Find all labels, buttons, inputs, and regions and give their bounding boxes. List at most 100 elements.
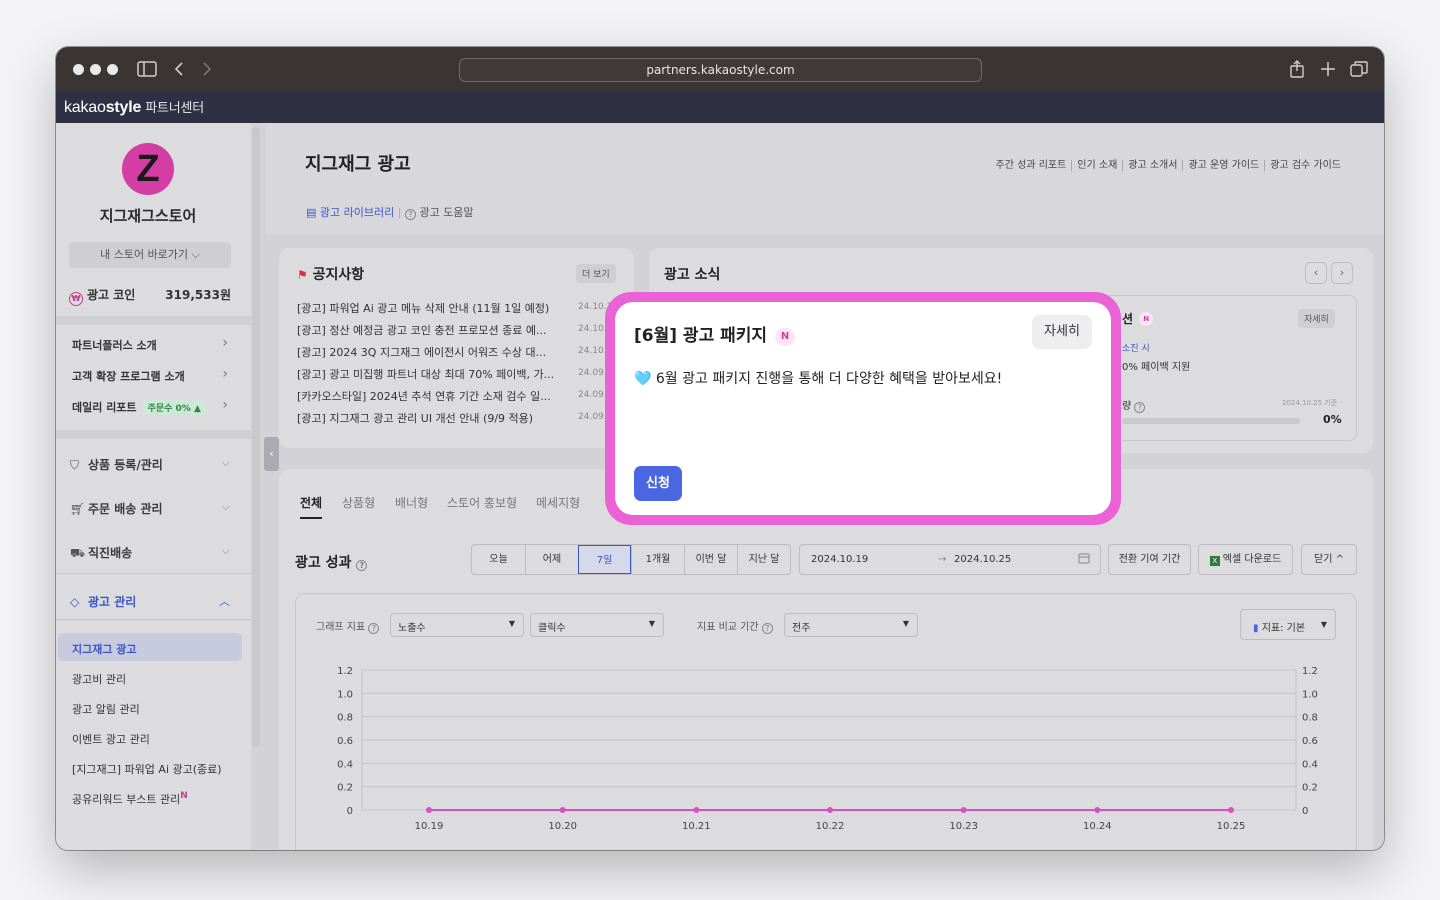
sidebar-link-customer-expansion[interactable]: 고객 확장 프로그램 소개 › [72,366,228,384]
line-chart: 1.2 1.2 1.0 1.0 0.8 0.8 0.6 0.6 0.4 0.4 0.2 0.2 0 0 10… [337,666,1318,832]
date-range-picker[interactable]: 2024.10.19 → 2024.10.25 [799,544,1101,575]
tab-banner[interactable]: 배너형 [395,494,428,511]
news-item-line2: 0% 페이백 지원 [1122,362,1191,373]
store-shortcut-button[interactable]: 내 스토어 바로가기 ⌵ [69,242,231,268]
submenu-ad-budget[interactable]: 광고비 관리 [72,671,126,687]
news-prev-button[interactable]: ‹ [1305,262,1327,284]
new-tab-icon[interactable] [1320,61,1336,80]
period-yesterday[interactable]: 어제 [525,545,578,574]
minimize-window-button[interactable] [90,64,101,75]
sidebar-link-label: 고객 확장 프로그램 소개 [72,370,185,383]
x-tick-label: 10.22 [816,821,845,832]
y-tick-label-left: 0.2 [337,783,353,794]
help-circle-icon[interactable]: ? [356,560,368,571]
link-ad-review-guide[interactable]: 광고 검수 가이드 [1264,160,1346,171]
zoom-window-button[interactable] [107,64,118,75]
popup-detail-button[interactable]: 자세히 [1032,315,1092,349]
sidebar-menu-orders[interactable]: 🛒︎ 주문 배송 관리 ⌵ [70,500,230,517]
apply-button[interactable]: 신청 [634,466,682,501]
chevron-up-icon: ︿ [219,595,230,608]
link-popular-creatives[interactable]: 인기 소재 [1071,160,1123,171]
period-last-month[interactable]: 지난 달 [737,545,790,574]
tab-overview-icon[interactable] [1350,61,1368,80]
excel-download-button[interactable]: X 엑셀 다운로드 [1198,544,1293,575]
sidebar-divider [56,430,251,439]
submenu-powerup-ai[interactable]: [지그재그] 파워업 Ai 광고(종료) [72,761,222,777]
data-point [1094,807,1101,813]
y-tick-label-right: 0 [1302,806,1308,817]
calendar-icon [1078,552,1090,567]
sidebar-scrollbar[interactable] [252,127,260,747]
period-1month[interactable]: 1개월 [631,545,684,574]
address-bar[interactable]: partners.kakaostyle.com [459,58,982,82]
period-today[interactable]: 오늘 [472,545,525,574]
sidebar-divider [56,316,251,325]
period-this-month[interactable]: 이번 달 [684,545,737,574]
notice-item[interactable]: [광고] 파워업 Ai 광고 메뉴 삭제 안내 (11월 1일 예정) [297,300,549,316]
sidebar-menu-label: 광고 관리 [88,595,137,609]
y-tick-label-left: 1.0 [337,689,353,700]
sidebar-link-daily-report[interactable]: 데일리 리포트 주문수 0% ▲ › [72,397,228,415]
tab-all[interactable]: 전체 [300,494,322,511]
performance-title: 광고 성과 ? [295,552,368,572]
link-separator: | [397,206,405,219]
link-ad-library[interactable]: 광고 라이브러리 [320,206,394,219]
submenu-shared-reward-boost[interactable]: 공유리워드 부스트 관리N [72,791,188,807]
x-tick-label: 10.21 [682,821,711,832]
conversion-period-button[interactable]: 전환 기여 기간 [1108,544,1191,575]
link-ad-operation-guide[interactable]: 광고 운영 가이드 [1182,160,1265,171]
x-tick-label: 10.19 [415,821,444,832]
data-point [827,807,833,813]
notice-card: ⚑ 공지사항 더 보기 [광고] 파워업 Ai 광고 메뉴 삭제 안내 (11월… [279,248,634,448]
tab-product[interactable]: 상품형 [342,494,375,511]
data-point [960,807,967,813]
news-next-button[interactable]: › [1331,262,1353,284]
submenu-ad-alerts[interactable]: 광고 알림 관리 [72,701,140,717]
back-icon[interactable] [174,61,184,80]
truck-icon: ⛟ [70,546,86,560]
forward-icon[interactable] [202,61,212,80]
submenu-event-ads[interactable]: 이벤트 광고 관리 [72,731,150,747]
news-progress-track [1122,418,1300,424]
notice-item[interactable]: [광고] 광고 미집행 파트너 대상 최대 70% 페이백, 가... [297,366,554,382]
x-tick-label: 10.20 [548,821,577,832]
y-tick-label-right: 1.0 [1302,689,1318,700]
notice-more-button[interactable]: 더 보기 [576,264,616,283]
period-7days[interactable]: 7일 [578,545,631,574]
notice-item[interactable]: [광고] 2024 3Q 지그재그 에이전시 어워즈 수상 대... [297,344,546,360]
notice-title-text: 공지사항 [312,267,365,283]
link-ad-brochure[interactable]: 광고 소개서 [1122,160,1183,171]
sidebar-menu-ad-management[interactable]: ◇ 광고 관리 ︿ [70,593,230,610]
link-weekly-report[interactable]: 주간 성과 리포트 [991,160,1072,171]
news-item-line3: 량 ? [1122,397,1146,413]
date-from: 2024.10.19 [811,554,869,565]
sidebar-menu-direct-delivery[interactable]: ⛟ 직진배송 ⌵ [70,544,230,562]
share-icon[interactable] [1289,60,1305,81]
news-as-of-date: 2024.10.25 기준 [1282,399,1338,407]
notice-item[interactable]: [광고] 정산 예정금 광고 코인 충전 프로모션 종료 예... [297,322,546,338]
sidebar-toggle-icon[interactable] [137,61,157,80]
brand-logo[interactable]: kakaostyle 파트너센터 [64,97,204,117]
chevron-down-icon: ⌵ [221,500,230,513]
close-window-button[interactable] [73,64,84,75]
popup-message-text: 6월 광고 패키지 진행을 통해 더 다양한 혜택을 받아보세요! [655,371,1003,387]
sidebar-divider [56,573,251,574]
new-badge: N [775,328,796,346]
tab-message[interactable]: 메세지형 [536,494,580,511]
y-tick-label-left: 0.6 [337,736,353,747]
link-ad-help[interactable]: 광고 도움말 [419,206,473,219]
y-tick-label-left: 0.4 [337,759,353,770]
submenu-zigzag-ads[interactable]: 지그재그 광고 [72,641,137,657]
tab-store-promo[interactable]: 스토어 홍보형 [447,494,517,511]
popup-title: [6월] 광고 패키지 N [634,321,796,346]
help-circle-icon: ? [1134,402,1146,413]
notice-item[interactable]: [광고] 지그재그 광고 관리 UI 개선 안내 (9/9 적용) [297,410,533,426]
sidebar-link-label: 데일리 리포트 [72,401,137,414]
notice-item[interactable]: [카카오스타일] 2024년 추석 연휴 기간 소재 검수 일... [297,388,551,404]
close-panel-button[interactable]: 닫기 ^ [1301,544,1357,575]
sidebar-menu-products[interactable]: ⛉ 상품 등록/관리 ⌵ [70,456,230,473]
sidebar-link-partner-plus[interactable]: 파트너플러스 소개 › [72,335,228,353]
data-point [559,807,566,813]
news-detail-button[interactable]: 자세히 [1298,309,1335,328]
promo-popup: [6월] 광고 패키지 N 자세히 🩵 6월 광고 패키지 진행을 통해 더 다양… [615,302,1111,515]
